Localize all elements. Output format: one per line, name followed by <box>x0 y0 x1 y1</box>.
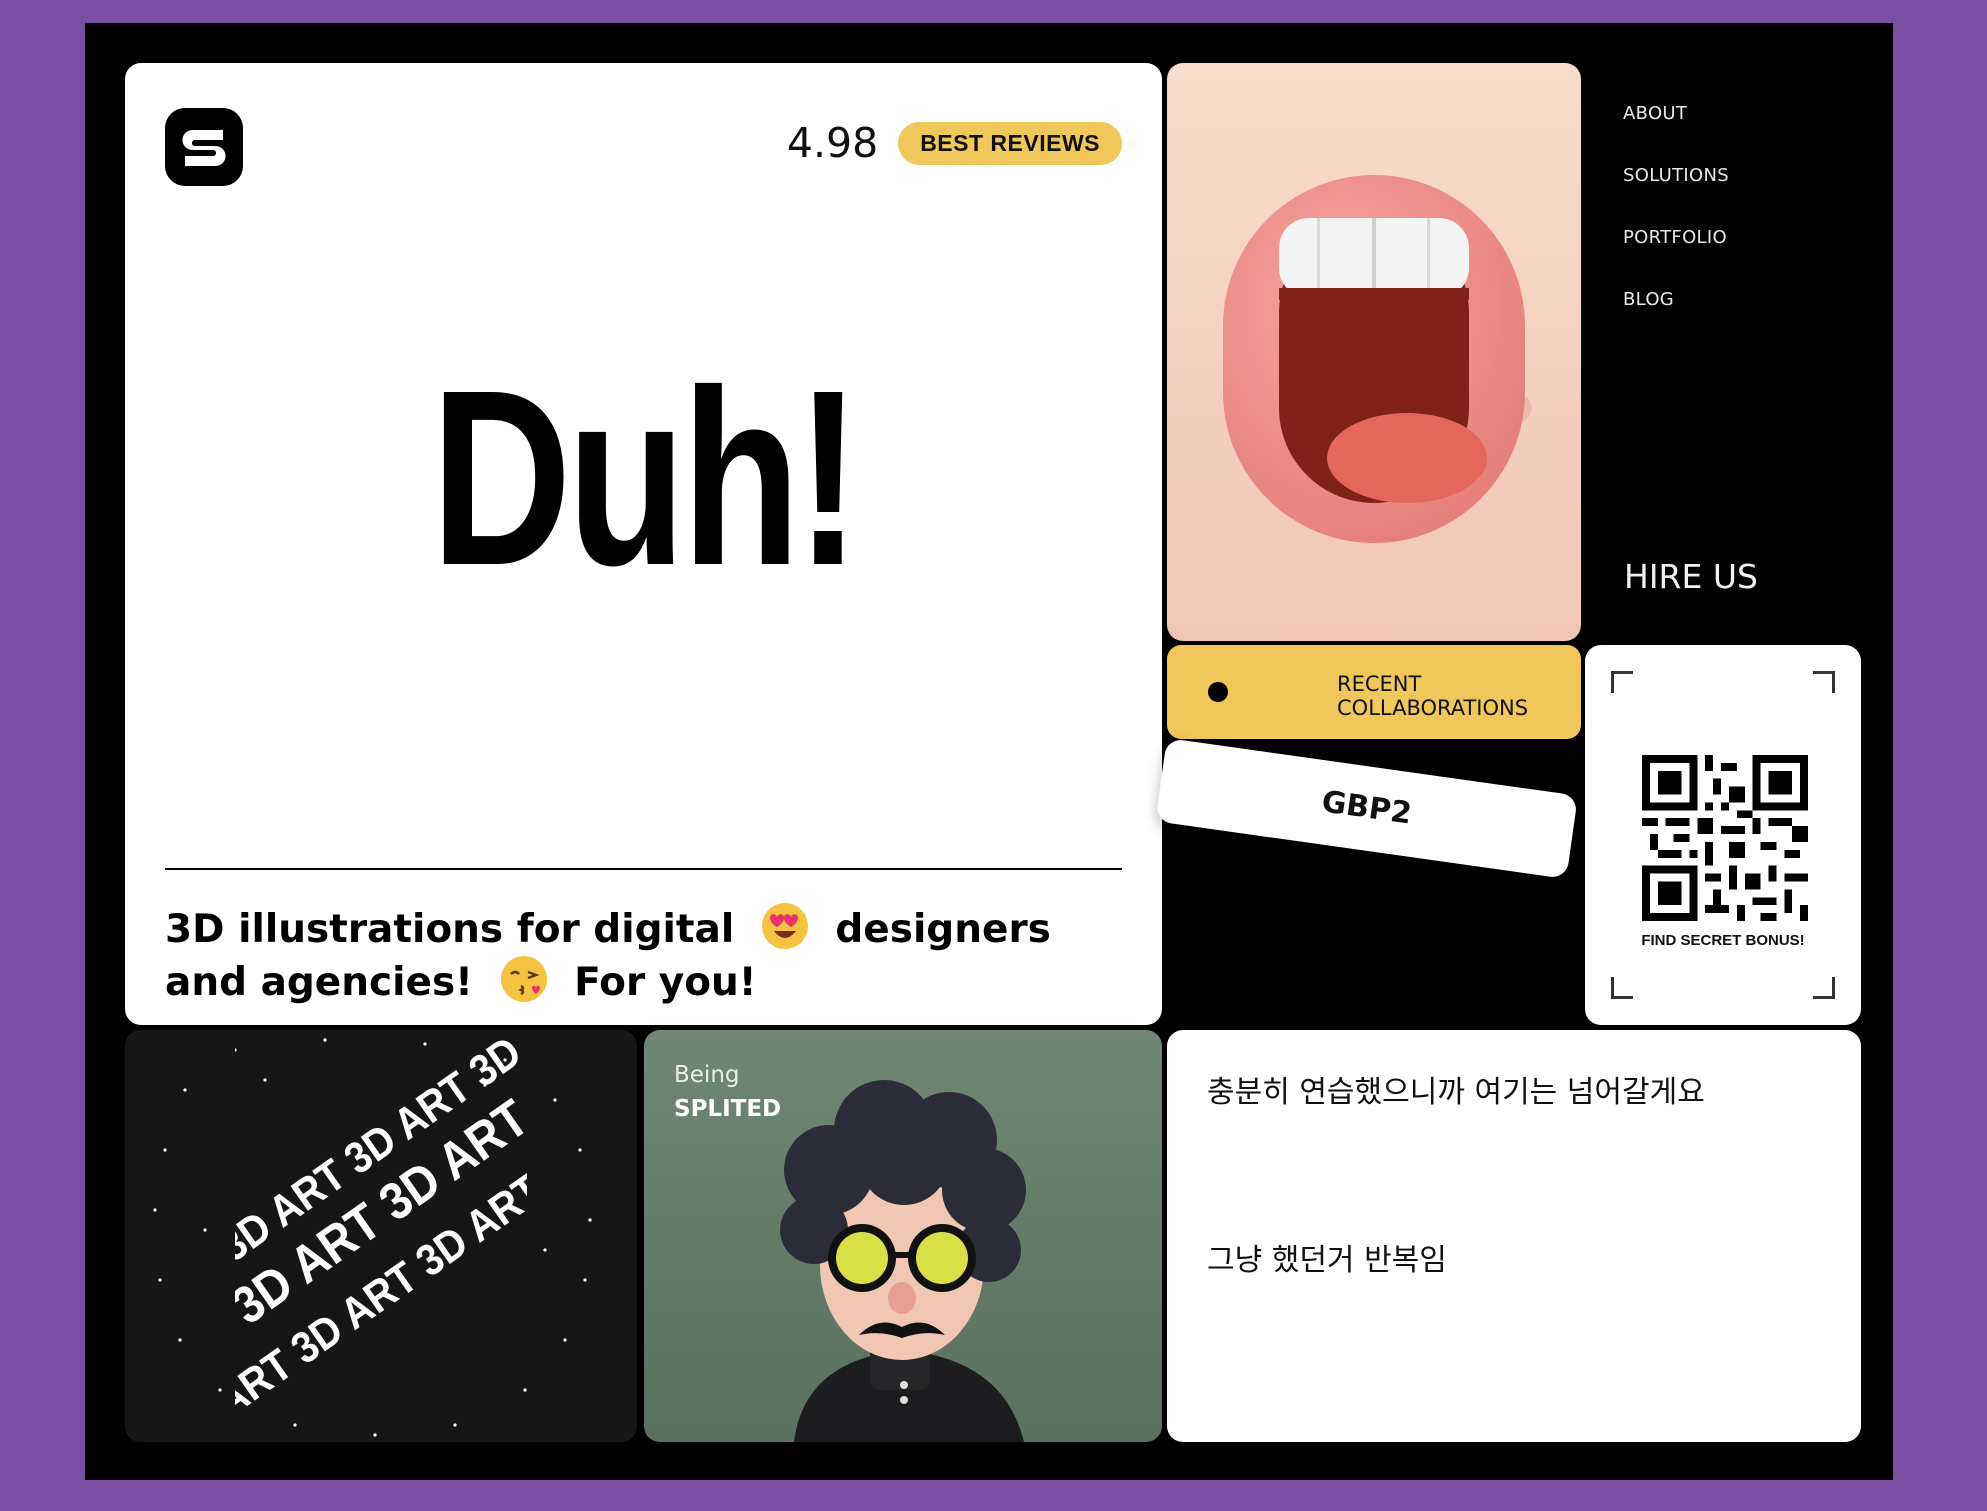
scan-corner-br <box>1813 977 1835 999</box>
page-frame: 4.98 BEST REVIEWS Duh! 3D illustrations … <box>85 23 1893 1480</box>
hero-card: 4.98 BEST REVIEWS Duh! 3D illustrations … <box>125 63 1162 1025</box>
best-reviews-badge: BEST REVIEWS <box>898 121 1122 165</box>
recent-collaborations-label: RECENT COLLABORATIONS <box>1337 672 1528 720</box>
hero-tagline: 3D illustrations for digital designers a… <box>165 901 1122 1007</box>
divider <box>165 868 1122 870</box>
rating-value: 4.98 <box>786 119 879 167</box>
note-card: 충분히 연습했으니까 여기는 넘어갈게요 그냥 했던거 반복임 <box>1167 1030 1861 1442</box>
character-label: Being SPLITED <box>674 1058 781 1126</box>
bullet-dot <box>1208 682 1228 702</box>
character-label-line-1: Being <box>674 1062 740 1088</box>
hire-us-link[interactable]: HIRE US <box>1624 557 1758 596</box>
tagline-part-3: For you! <box>574 960 757 1005</box>
rating-group: 4.98 BEST REVIEWS <box>787 119 1122 167</box>
scan-corner-tl <box>1611 671 1633 693</box>
character-label-line-2: SPLITED <box>674 1096 782 1122</box>
main-nav: ABOUT SOLUTIONS PORTFOLIO BLOG <box>1623 103 1729 351</box>
heart-eyes-emoji-icon <box>761 903 808 949</box>
tagline-part-1: 3D illustrations for digital <box>165 907 735 952</box>
recent-collaborations-card[interactable]: RECENT COLLABORATIONS <box>1167 645 1581 739</box>
mouth-illustration-card[interactable] <box>1167 63 1581 641</box>
collaboration-tag-label: GBP2 <box>1319 784 1414 832</box>
note-line-1: 충분히 연습했으니까 여기는 넘어갈게요 <box>1207 1075 1705 1110</box>
qr-caption: FIND SECRET BONUS! <box>1641 932 1805 949</box>
recent-line-2: COLLABORATIONS <box>1337 696 1529 720</box>
qr-code-icon <box>1642 755 1808 921</box>
collaboration-tag[interactable]: GBP2 <box>1155 738 1578 879</box>
recent-line-1: RECENT <box>1337 672 1422 696</box>
text-sphere-illustration: ART 3D ART 3D ART 3D ART 3D ART 3D ART 3… <box>125 1030 637 1442</box>
mouth-illustration <box>1223 175 1532 543</box>
kiss-emoji-icon <box>500 956 547 1002</box>
hero-headline: Duh! <box>430 338 861 617</box>
note-line-2: 그냥 했던거 반복임 <box>1207 1243 1447 1278</box>
nav-portfolio[interactable]: PORTFOLIO <box>1623 227 1729 248</box>
art-sphere-card[interactable]: ART 3D ART 3D ART 3D ART 3D ART 3D ART 3… <box>125 1030 637 1442</box>
scan-corner-bl <box>1611 977 1633 999</box>
nav-about[interactable]: ABOUT <box>1623 103 1729 124</box>
qr-card[interactable]: FIND SECRET BONUS! <box>1585 645 1861 1025</box>
brand-logo-icon[interactable] <box>165 108 243 186</box>
nav-blog[interactable]: BLOG <box>1623 289 1729 310</box>
nav-solutions[interactable]: SOLUTIONS <box>1623 165 1729 186</box>
character-card[interactable]: Being SPLITED <box>644 1030 1162 1442</box>
scan-corner-tr <box>1813 671 1835 693</box>
